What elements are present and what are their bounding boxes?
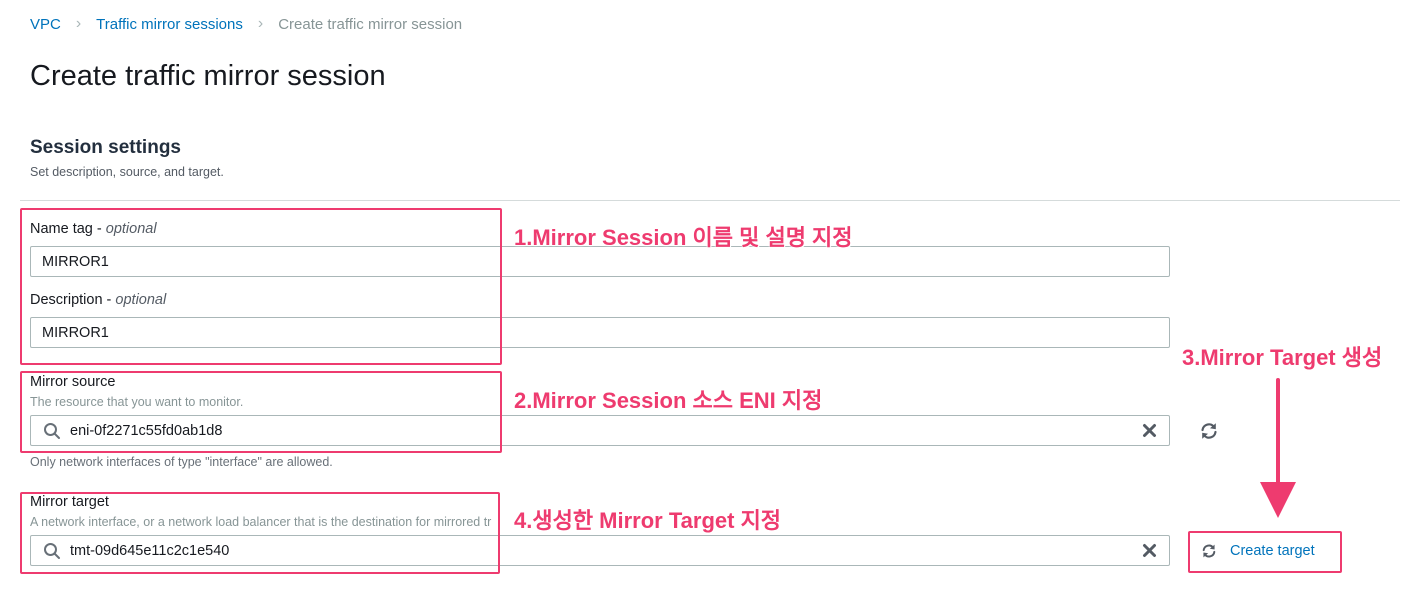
chevron-right-icon: ›	[75, 15, 82, 32]
description-value: MIRROR1	[42, 324, 109, 341]
page-title: Create traffic mirror session	[30, 60, 386, 92]
breadcrumb: VPC › Traffic mirror sessions › Create t…	[30, 14, 462, 34]
search-icon	[44, 542, 60, 559]
mirror-source-constraint: Only network interfaces of type "interfa…	[30, 455, 333, 469]
breadcrumb-link-traffic-mirror-sessions[interactable]: Traffic mirror sessions	[96, 16, 243, 33]
name-tag-label: Name tag - optional	[30, 221, 157, 237]
mirror-source-search-input[interactable]: eni-0f2271c55fd0ab1d8	[30, 415, 1170, 446]
mirror-source-description: The resource that you want to monitor.	[30, 395, 244, 409]
mirror-target-search-input[interactable]: tmt-09d645e11c2c1e540	[30, 535, 1170, 566]
refresh-icon[interactable]	[1198, 420, 1220, 442]
clear-icon[interactable]	[1142, 543, 1157, 558]
breadcrumb-current: Create traffic mirror session	[278, 15, 463, 33]
mirror-target-label: Mirror target	[30, 494, 109, 510]
description-input[interactable]: MIRROR1	[30, 317, 1170, 348]
create-target-button[interactable]: Create target	[1200, 540, 1315, 562]
mirror-target-value: tmt-09d645e11c2c1e540	[70, 542, 230, 559]
search-icon	[44, 422, 60, 439]
create-target-label: Create target	[1230, 543, 1315, 559]
arrow-down-icon	[1260, 378, 1296, 518]
section-divider	[20, 200, 1400, 201]
section-description: Set description, source, and target.	[30, 165, 224, 179]
description-label: Description - optional	[30, 292, 167, 308]
name-tag-value: MIRROR1	[42, 253, 109, 270]
refresh-icon	[1202, 544, 1216, 558]
mirror-target-description: A network interface, or a network load b…	[30, 515, 492, 529]
clear-icon[interactable]	[1142, 423, 1157, 438]
annotation-label-1: 1.Mirror Session 이름 및 설명 지정	[514, 225, 853, 250]
mirror-source-label: Mirror source	[30, 374, 116, 390]
breadcrumb-link-vpc[interactable]: VPC	[30, 16, 61, 33]
chevron-right-icon: ›	[257, 15, 264, 32]
annotation-label-4: 4.생성한 Mirror Target 지정	[514, 508, 782, 533]
name-tag-optional: optional	[105, 221, 157, 237]
annotation-label-2: 2.Mirror Session 소스 ENI 지정	[514, 388, 823, 413]
section-title: Session settings	[30, 137, 181, 158]
description-optional: optional	[115, 292, 167, 308]
annotation-label-3: 3.Mirror Target 생성	[1182, 345, 1383, 370]
mirror-source-value: eni-0f2271c55fd0ab1d8	[70, 422, 223, 439]
